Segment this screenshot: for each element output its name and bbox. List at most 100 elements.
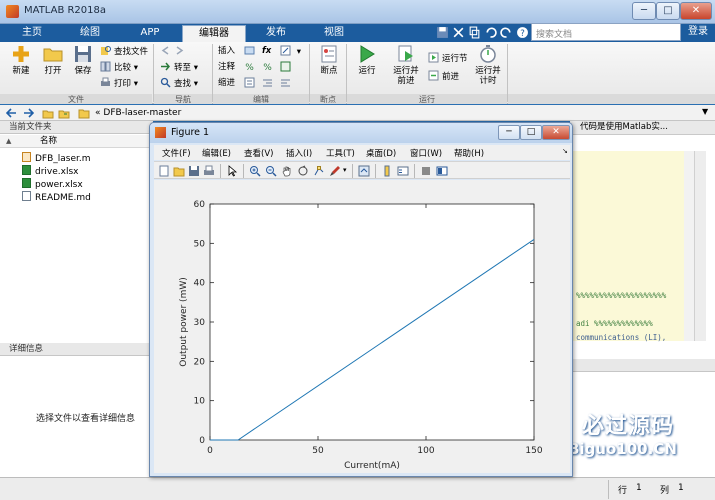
hide-plot-tools-icon[interactable] — [420, 165, 432, 177]
figure-close-button[interactable]: ✕ — [542, 125, 570, 140]
rotate-3d-icon[interactable] — [297, 165, 309, 177]
redo-icon[interactable] — [500, 26, 513, 39]
menu-tools[interactable]: 工具(T) — [326, 147, 355, 159]
menu-help[interactable]: 帮助(H) — [454, 147, 484, 159]
login-button[interactable]: 登录 — [681, 24, 715, 41]
brush-dropdown-icon[interactable]: ▾ — [343, 166, 347, 174]
status-bar: 行 1 列 1 — [0, 477, 715, 500]
name-column-header[interactable]: ▲ 名称 — [0, 135, 153, 148]
data-cursor-icon[interactable] — [313, 165, 325, 177]
run-button[interactable]: 运行 — [350, 44, 384, 76]
figure-canvas[interactable]: 0 50 100 150 0 10 20 30 40 50 60 Current(mA) Output … — [154, 180, 570, 473]
insert-function-icon[interactable]: ▾ — [280, 45, 301, 58]
fx-button[interactable]: fx — [262, 45, 271, 58]
run-section-button[interactable]: 运行节 — [428, 52, 468, 65]
print-icon[interactable] — [203, 165, 215, 177]
help-icon[interactable]: ? — [516, 26, 529, 39]
insert-button[interactable]: 插入 — [218, 45, 235, 58]
advance-icon — [428, 70, 439, 81]
forward-arrow-icon[interactable] — [22, 107, 34, 119]
editor-tab[interactable]: 代码是使用Matlab实... — [570, 121, 715, 135]
tab-view[interactable]: 视图 — [306, 25, 362, 42]
increase-indent-icon[interactable] — [262, 77, 276, 90]
run-group-label: 运行 — [347, 94, 507, 104]
smart-indent-icon[interactable] — [244, 77, 258, 90]
code-area[interactable]: %%%%%%%%%%%%%%%%%%%% adi %%%%%%%%%%%%% c… — [570, 151, 684, 342]
tab-editor[interactable]: 编辑器 — [182, 25, 246, 42]
nav-arrows[interactable] — [160, 45, 188, 58]
show-plot-tools-icon[interactable] — [436, 165, 448, 177]
tab-publish[interactable]: 发布 — [248, 25, 304, 42]
menu-view[interactable]: 查看(V) — [244, 147, 273, 159]
zoom-in-icon[interactable] — [249, 165, 261, 177]
list-item[interactable]: DFB_laser.m — [22, 152, 91, 164]
compare-button[interactable]: 比较 ▾ — [100, 61, 138, 74]
tab-plots[interactable]: 绘图 — [62, 25, 118, 42]
find-files-button[interactable]: 查找文件 — [100, 45, 148, 58]
m-file-icon — [22, 152, 31, 162]
new-button[interactable]: 新建 — [4, 44, 38, 76]
uncomment-icon[interactable]: % — [262, 61, 276, 74]
zoom-out-icon[interactable] — [265, 165, 277, 177]
open-icon[interactable] — [173, 165, 185, 177]
list-item[interactable]: README.md — [22, 191, 91, 203]
nav-group-label: 导航 — [154, 94, 212, 104]
breakpoints-button[interactable]: 断点 — [312, 44, 346, 76]
comment-percent-icon[interactable]: % — [244, 61, 258, 74]
path-dropdown-icon[interactable]: ▼ — [702, 107, 708, 116]
save-icon[interactable] — [188, 165, 200, 177]
decrease-indent-icon[interactable] — [280, 77, 294, 90]
print-button[interactable]: 打印 ▾ — [100, 77, 138, 90]
maximize-button[interactable]: □ — [656, 2, 680, 20]
advance-button[interactable]: 前进 — [428, 70, 459, 83]
run-time-button[interactable]: 运行并 计时 — [470, 44, 506, 86]
legend-icon[interactable] — [397, 165, 409, 177]
watermark-url: Biguo100.CN — [568, 440, 677, 458]
x-tick-label: 150 — [525, 446, 542, 456]
figure-title-bar[interactable]: Figure 1 ─ □ ✕ — [150, 123, 572, 143]
cut-icon[interactable] — [452, 26, 465, 39]
search-input[interactable]: 搜索文档 — [531, 23, 681, 41]
menu-window[interactable]: 窗口(W) — [410, 147, 442, 159]
figure-minimize-button[interactable]: ─ — [498, 125, 520, 140]
menu-edit[interactable]: 编辑(E) — [202, 147, 231, 159]
wrap-comment-icon[interactable] — [280, 61, 294, 74]
pointer-icon[interactable] — [226, 165, 238, 177]
save-button[interactable]: 保存 — [66, 44, 100, 76]
up-folder-icon[interactable] — [42, 107, 54, 119]
tab-home[interactable]: 主页 — [4, 25, 60, 42]
pan-icon[interactable] — [281, 165, 293, 177]
link-plot-icon[interactable] — [358, 165, 370, 177]
y-tick-label: 20 — [194, 357, 206, 367]
tab-apps[interactable]: APP — [120, 25, 180, 42]
open-button[interactable]: 打开 — [36, 44, 70, 76]
minimize-button[interactable]: ─ — [632, 2, 656, 20]
line-chart[interactable]: 0 50 100 150 0 10 20 30 40 50 60 Current(mA) Output … — [154, 180, 570, 473]
dock-arrow-icon[interactable]: ↘ — [562, 147, 568, 155]
list-item[interactable]: power.xlsx — [22, 178, 83, 190]
run-advance-button[interactable]: 运行并 前进 — [386, 44, 426, 86]
menu-insert[interactable]: 插入(I) — [286, 147, 312, 159]
indent-button[interactable]: 缩进 — [218, 77, 235, 90]
menu-file[interactable]: 文件(F) — [162, 147, 191, 159]
comment-button[interactable]: 注释 — [218, 61, 235, 74]
new-figure-icon[interactable] — [158, 165, 170, 177]
save-quick-icon[interactable] — [436, 26, 449, 39]
back-arrow-icon[interactable] — [6, 107, 18, 119]
list-item[interactable]: drive.xlsx — [22, 165, 78, 177]
find-button[interactable]: 查找 ▾ — [160, 77, 198, 90]
menu-desktop[interactable]: 桌面(D) — [366, 147, 396, 159]
brush-icon[interactable] — [329, 165, 341, 177]
browse-folder-icon[interactable] — [58, 107, 70, 119]
insert-section-icon[interactable] — [244, 45, 258, 58]
figure-window[interactable]: Figure 1 ─ □ ✕ 文件(F) 编辑(E) 查看(V) 插入(I) 工… — [149, 122, 573, 477]
goto-button[interactable]: 转至 ▾ — [160, 61, 198, 74]
close-button[interactable]: ✕ — [680, 2, 712, 20]
colorbar-icon[interactable] — [381, 165, 393, 177]
excel-file-icon — [22, 178, 31, 188]
copy-icon[interactable] — [468, 26, 481, 39]
figure-maximize-button[interactable]: □ — [520, 125, 542, 140]
undo-icon[interactable] — [484, 26, 497, 39]
editor-scrollbar[interactable] — [694, 151, 706, 341]
current-path[interactable]: « DFB-laser-master — [95, 108, 181, 118]
